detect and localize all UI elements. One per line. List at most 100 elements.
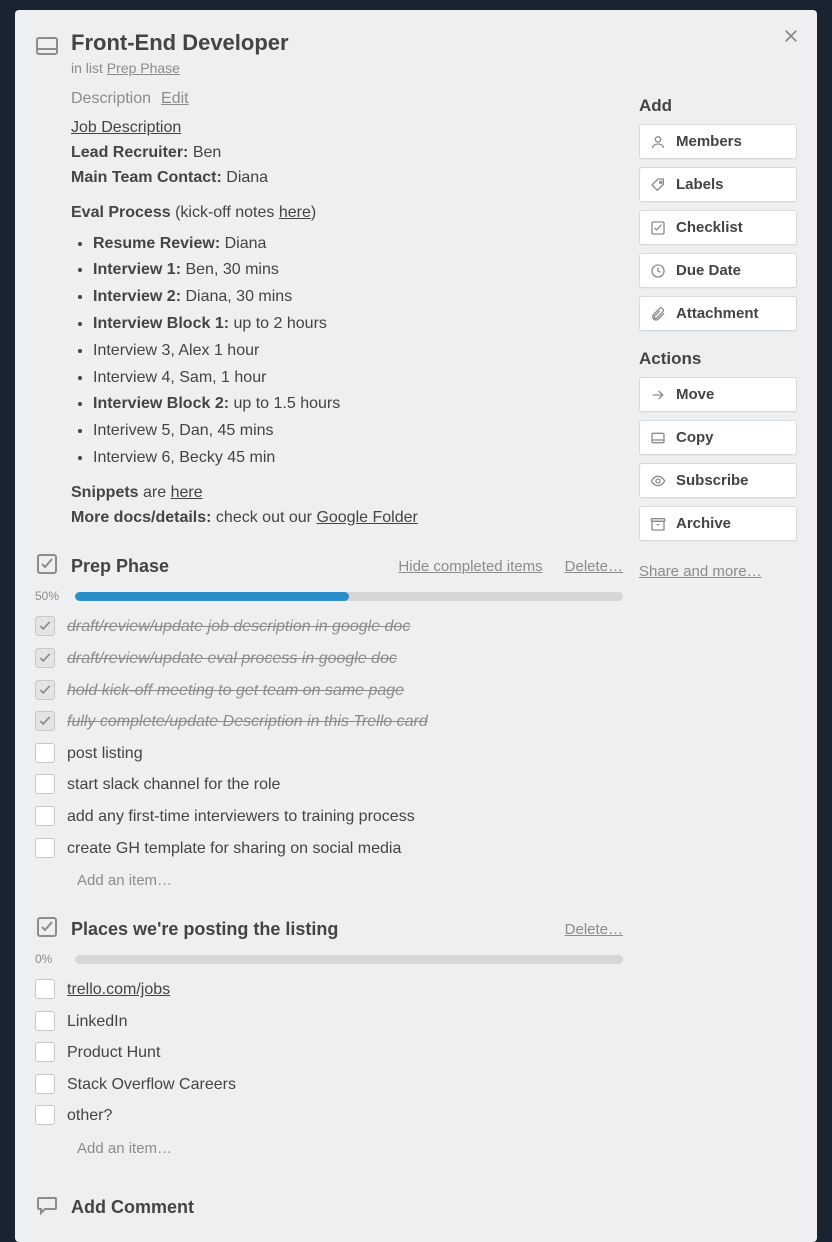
checkbox[interactable] bbox=[35, 648, 55, 668]
description-section: Description Edit Job Description Lead Re… bbox=[35, 90, 623, 530]
checklist-item[interactable]: fully complete/update Description in thi… bbox=[35, 706, 623, 738]
checklist-item[interactable]: trello.com/jobs bbox=[35, 974, 623, 1006]
add-members-button[interactable]: Members bbox=[639, 124, 797, 159]
checkbox[interactable] bbox=[35, 680, 55, 700]
kickoff-notes-link[interactable]: here bbox=[279, 204, 311, 221]
checklist-item[interactable]: start slack channel for the role bbox=[35, 769, 623, 801]
progress-percent: 0% bbox=[35, 952, 65, 966]
checklist-item-label: post listing bbox=[67, 743, 143, 765]
eye-icon bbox=[650, 473, 666, 489]
checklist-item-label: create GH template for sharing on social… bbox=[67, 838, 401, 860]
description-bullet: Interview Block 2: up to 1.5 hours bbox=[93, 392, 623, 417]
add-attachment-button[interactable]: Attachment bbox=[639, 296, 797, 331]
snippets-link[interactable]: here bbox=[171, 484, 203, 501]
checklist-item[interactable]: Stack Overflow Careers bbox=[35, 1069, 623, 1101]
description-bullet: Interview 2: Diana, 30 mins bbox=[93, 285, 623, 310]
add-labels-button[interactable]: Labels bbox=[639, 167, 797, 202]
delete-checklist-link[interactable]: Delete… bbox=[565, 921, 623, 938]
checklist-item[interactable]: post listing bbox=[35, 738, 623, 770]
checkbox[interactable] bbox=[35, 806, 55, 826]
checklist-item[interactable]: other? bbox=[35, 1100, 623, 1132]
checkbox[interactable] bbox=[35, 1042, 55, 1062]
box-icon bbox=[650, 516, 666, 532]
checkbox[interactable] bbox=[35, 1105, 55, 1125]
card-list-info: in list Prep Phase bbox=[71, 60, 289, 76]
checklist-item-label: LinkedIn bbox=[67, 1011, 128, 1033]
add-checklist-item[interactable]: Add an item… bbox=[35, 1132, 623, 1165]
action-copy-button[interactable]: Copy bbox=[639, 420, 797, 455]
clock-icon bbox=[650, 263, 666, 279]
button-label: Labels bbox=[676, 176, 724, 193]
checkbox[interactable] bbox=[35, 743, 55, 763]
action-archive-button[interactable]: Archive bbox=[639, 506, 797, 541]
checklist-item[interactable]: draft/review/update job description in g… bbox=[35, 611, 623, 643]
button-label: Archive bbox=[676, 515, 731, 532]
button-label: Attachment bbox=[676, 305, 759, 322]
share-and-more-link[interactable]: Share and more… bbox=[639, 563, 762, 580]
checkbox[interactable] bbox=[35, 838, 55, 858]
description-body[interactable]: Job Description Lead Recruiter: Ben Main… bbox=[71, 116, 623, 530]
description-bullet: Interview Block 1: up to 2 hours bbox=[93, 312, 623, 337]
checklist-item[interactable]: add any first-time interviewers to train… bbox=[35, 801, 623, 833]
checkbox[interactable] bbox=[35, 1074, 55, 1094]
checklist-item[interactable]: draft/review/update eval process in goog… bbox=[35, 643, 623, 675]
button-label: Subscribe bbox=[676, 472, 749, 489]
add-comment-section: Add Comment bbox=[35, 1193, 623, 1222]
hide-completed-link[interactable]: Hide completed items bbox=[398, 558, 542, 575]
arrow-icon bbox=[650, 387, 666, 403]
progress-percent: 50% bbox=[35, 589, 65, 603]
description-bullet: Resume Review: Diana bbox=[93, 232, 623, 257]
checkbox[interactable] bbox=[35, 774, 55, 794]
edit-description-link[interactable]: Edit bbox=[161, 90, 189, 108]
checklist-item-label: Stack Overflow Careers bbox=[67, 1074, 236, 1096]
action-move-button[interactable]: Move bbox=[639, 377, 797, 412]
close-icon[interactable] bbox=[777, 22, 805, 50]
add-comment-title: Add Comment bbox=[71, 1197, 194, 1218]
checklist: Prep Phase Hide completed items Delete… 50%… bbox=[35, 552, 623, 897]
sidebar: Add Members Labels Checklist Due Date Attach… bbox=[639, 90, 797, 1222]
checklist: Places we're posting the listing Delete… 0… bbox=[35, 915, 623, 1165]
progress-bar bbox=[75, 592, 623, 601]
add-heading: Add bbox=[639, 96, 797, 116]
add-due-date-button[interactable]: Due Date bbox=[639, 253, 797, 288]
description-bullet: Interview 6, Becky 45 min bbox=[93, 446, 623, 471]
list-link[interactable]: Prep Phase bbox=[107, 60, 180, 76]
action-subscribe-button[interactable]: Subscribe bbox=[639, 463, 797, 498]
description-bullet: Interview 3, Alex 1 hour bbox=[93, 339, 623, 364]
checklist-icon bbox=[35, 915, 59, 944]
checklist-item-label: draft/review/update job description in g… bbox=[67, 616, 410, 638]
checklist-item[interactable]: create GH template for sharing on social… bbox=[35, 833, 623, 865]
checklist-item-label: draft/review/update eval process in goog… bbox=[67, 648, 397, 670]
card-title[interactable]: Front-End Developer bbox=[71, 30, 289, 56]
checkbox[interactable] bbox=[35, 979, 55, 999]
checklist-item[interactable]: hold kick-off meeting to get team on sam… bbox=[35, 675, 623, 707]
checklist-title[interactable]: Places we're posting the listing bbox=[71, 919, 543, 940]
checkbox[interactable] bbox=[35, 616, 55, 636]
actions-heading: Actions bbox=[639, 349, 797, 369]
button-label: Checklist bbox=[676, 219, 743, 236]
checklist-item-label: fully complete/update Description in thi… bbox=[67, 711, 428, 733]
checklist-item-link[interactable]: trello.com/jobs bbox=[67, 981, 170, 998]
delete-checklist-link[interactable]: Delete… bbox=[565, 558, 623, 575]
button-label: Copy bbox=[676, 429, 714, 446]
card-icon bbox=[650, 430, 666, 446]
button-label: Due Date bbox=[676, 262, 741, 279]
checkbox[interactable] bbox=[35, 1011, 55, 1031]
comment-icon bbox=[35, 1193, 59, 1222]
description-heading: Description bbox=[71, 90, 151, 108]
checklist-item[interactable]: Product Hunt bbox=[35, 1037, 623, 1069]
job-description-link[interactable]: Job Description bbox=[71, 119, 181, 136]
checklist-item[interactable]: LinkedIn bbox=[35, 1006, 623, 1038]
checklist-item-label: add any first-time interviewers to train… bbox=[67, 806, 415, 828]
add-checklist-button[interactable]: Checklist bbox=[639, 210, 797, 245]
google-folder-link[interactable]: Google Folder bbox=[316, 509, 417, 526]
description-bullet: Interview 4, Sam, 1 hour bbox=[93, 366, 623, 391]
checkbox[interactable] bbox=[35, 711, 55, 731]
clip-icon bbox=[650, 306, 666, 322]
user-icon bbox=[650, 134, 666, 150]
checklist-title[interactable]: Prep Phase bbox=[71, 556, 376, 577]
add-checklist-item[interactable]: Add an item… bbox=[35, 864, 623, 897]
card-modal: Front-End Developer in list Prep Phase D… bbox=[15, 10, 817, 1242]
card-header: Front-End Developer in list Prep Phase bbox=[35, 24, 797, 90]
card-icon bbox=[35, 34, 59, 63]
